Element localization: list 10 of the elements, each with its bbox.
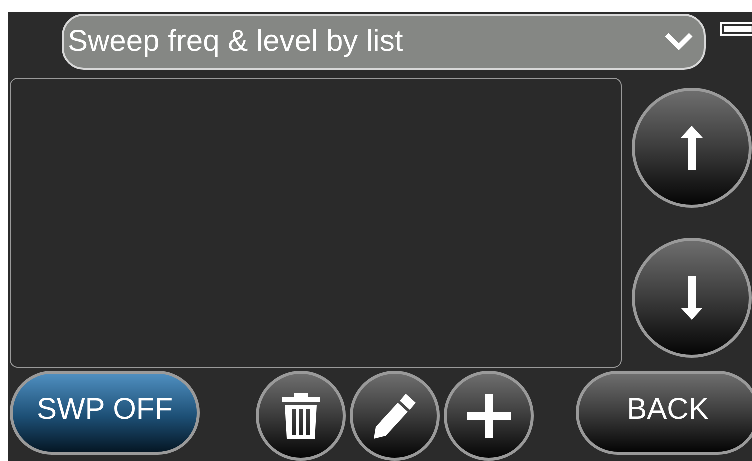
chevron-down-icon	[664, 32, 694, 52]
down-arrow-icon	[681, 276, 703, 320]
up-arrow-icon	[681, 126, 703, 170]
plus-icon	[467, 394, 511, 438]
mode-dropdown[interactable]: Sweep freq & level by list	[62, 14, 706, 70]
battery-icon	[720, 22, 752, 36]
sweep-toggle-button[interactable]: SWP OFF	[10, 371, 200, 455]
trash-icon	[282, 391, 320, 441]
back-button[interactable]: BACK	[576, 371, 752, 455]
pencil-icon	[372, 392, 418, 440]
